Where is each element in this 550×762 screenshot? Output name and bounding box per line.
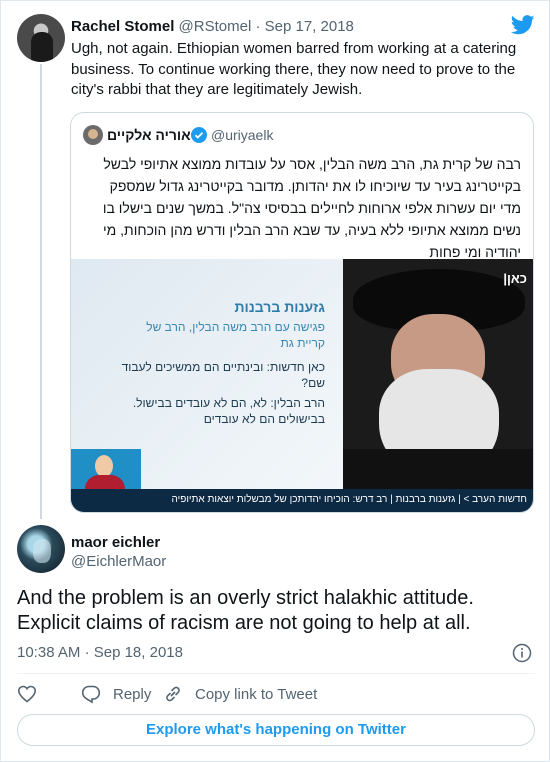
news-ticker-text: חדשות הערב > | גזענות ברבנות | רב דרש: ה…: [171, 494, 527, 505]
tweet-time[interactable]: 10:38 AM: [17, 644, 80, 661]
heart-icon: [17, 685, 37, 703]
verified-badge-icon: [191, 127, 207, 143]
rabbi-video-image: כאן|: [343, 259, 533, 489]
main-tweet-text: And the problem is an overly strict hala…: [17, 587, 474, 634]
parent-author-name[interactable]: Rachel Stomel: [71, 18, 174, 35]
parent-tweet-text: Ugh, not again. Ethiopian women barred f…: [71, 40, 517, 98]
like-button[interactable]: [17, 681, 37, 707]
quoted-author-handle: @uriyaelk: [211, 127, 274, 143]
parent-tweet-date[interactable]: Sep 17, 2018: [265, 18, 354, 35]
parent-author-handle[interactable]: @RStomel: [179, 18, 252, 35]
main-author-name[interactable]: maor eichler: [71, 533, 160, 553]
info-icon[interactable]: [512, 643, 532, 663]
timestamp-separator: ·: [84, 644, 90, 661]
header-separator: ·: [255, 18, 261, 35]
news-graphic-title: גזענות ברבנות: [234, 299, 325, 315]
parent-tweet-header: Rachel Stomel @RStomel · Sep 17, 2018: [71, 17, 354, 37]
quoted-author-avatar: [83, 125, 103, 145]
copy-link-button[interactable]: Copy link to Tweet: [163, 681, 317, 707]
news-graphic-question: כאן חדשות: ובינתיים הם ממשיכים לעבוד שם?: [121, 360, 325, 390]
parent-author-avatar[interactable]: [17, 14, 65, 62]
twitter-bird-icon[interactable]: [511, 15, 535, 35]
actions-divider: [17, 673, 535, 674]
tweet-date[interactable]: Sep 18, 2018: [94, 644, 183, 661]
news-ticker-bar: חדשות הערב > | גזענות ברבנות | רב דרש: ה…: [71, 489, 533, 512]
quoted-author-name: אוריה אלקיים: [107, 127, 191, 143]
main-author-handle[interactable]: @EichlerMaor: [71, 552, 166, 572]
tweet-embed-card: Rachel Stomel @RStomel · Sep 17, 2018 Ug…: [0, 0, 550, 762]
channel-logo: כאן|: [503, 271, 527, 286]
thread-connector-line: [40, 64, 42, 519]
quoted-tweet-text: רבה של קרית גת, הרב משה הבלין, אסר על עו…: [102, 156, 521, 260]
news-graphic-subtitle: פגישה עם הרב משה הבלין, הרב של קריית גת: [146, 320, 325, 350]
reply-button[interactable]: Reply: [81, 681, 151, 707]
news-graphic-answer: הרב הבלין: לא, הם לא עובדים בבישול. בביש…: [132, 396, 325, 426]
tweet-actions-bar: Reply Copy link to Tweet: [17, 681, 537, 707]
news-graphic-panel: גזענות ברבנות פגישה עם הרב משה הבלין, הר…: [71, 259, 343, 501]
main-tweet-timestamp[interactable]: 10:38 AM · Sep 18, 2018: [17, 643, 183, 663]
reply-label: Reply: [113, 685, 152, 703]
link-icon: [166, 686, 180, 702]
copy-link-label: Copy link to Tweet: [195, 685, 318, 703]
main-author-avatar[interactable]: [17, 525, 65, 573]
quoted-tweet-header: אוריה אלקיים @uriyaelk: [71, 125, 533, 145]
parent-tweet[interactable]: Rachel Stomel @RStomel · Sep 17, 2018 Ug…: [1, 1, 550, 519]
explore-twitter-button[interactable]: Explore what's happening on Twitter: [17, 714, 535, 746]
quoted-tweet-card[interactable]: אוריה אלקיים @uriyaelk רבה של קרית גת, ה…: [70, 112, 534, 513]
reply-icon: [81, 685, 101, 704]
quoted-tweet-video-frame[interactable]: גזענות ברבנות פגישה עם הרב משה הבלין, הר…: [71, 259, 533, 512]
